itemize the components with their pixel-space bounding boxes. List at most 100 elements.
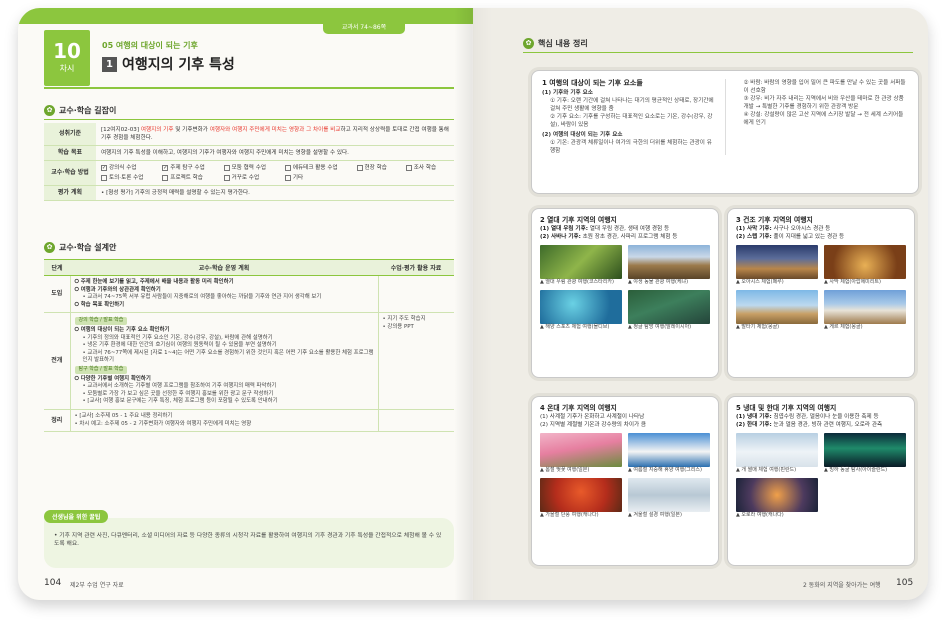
table-row-close: 정리 • [교사] 소주제 05 - 1 주요 내용 정리하기 • 차시 예고:… bbox=[44, 409, 454, 433]
summary-col-right: ② 바람: 바람의 영향을 입어 밀어 큰 파도를 만날 수 있는 곳을 서퍼들… bbox=[724, 79, 909, 155]
photo-caption: ▲ 게르 체험(몽골) bbox=[824, 324, 863, 330]
checkbox-empty-icon bbox=[356, 165, 363, 171]
photo-caption: ▲ 겨울철 설경 여행(일본) bbox=[628, 512, 682, 518]
photo-caption: ▲ 말타기 체험(몽골) bbox=[736, 324, 780, 330]
guide-table: 성취기준 [12여지02-03] 여행지의 기후 및 기후변화가 여행자와 여행… bbox=[44, 123, 454, 201]
checkbox-checked-icon: ✓ bbox=[162, 165, 169, 171]
zone-line: (2) 한대 기후: 눈과 얼음 경관, 빙하 관련 여행지, 오로라 관측 bbox=[736, 421, 906, 429]
checkbox-empty-icon bbox=[101, 175, 107, 181]
leaf-icon: ✿ bbox=[44, 105, 55, 116]
page-range-tab: 교과서 74~86쪽 bbox=[323, 22, 405, 34]
table-row-dev: 전개 강의 학습 / 발표 학습 ⭘ 여행의 대상이 되는 기후 요소 확인하기… bbox=[44, 312, 454, 410]
leaf-icon: ✿ bbox=[523, 38, 534, 49]
teacher-tip-text: • 기후 지역 관련 사진, 다큐멘터리, 소셜 미디어의 자료 등 다양한 종… bbox=[54, 533, 442, 547]
goal-text: 여행지의 기후 특성을 이해하고, 여행지의 기후가 여행자와 여행지 주민에게… bbox=[96, 145, 454, 161]
zone-line-text: (2) 지역별 계절별 기온과 강수량의 차이가 큼 bbox=[540, 422, 647, 428]
zone-line-text: 초원 장초 경관, 사파리 프로그램 체험 등 bbox=[580, 234, 678, 240]
section-guide-label: 교수·학습 길잡이 bbox=[59, 106, 117, 115]
intro-q1: 주제 한눈에 보기를 읽고, 주제에서 배울 내용과 활동 미리 확인하기 bbox=[80, 279, 234, 285]
leaf-icon: ✿ bbox=[44, 242, 55, 253]
method-option-label: 조사 학습 bbox=[413, 165, 437, 171]
col-stage: 단계 bbox=[44, 259, 70, 276]
standard-text: [12여지02-03] 여행지의 기후 및 기후변화가 여행자와 여행지 주민에… bbox=[96, 123, 454, 146]
dev-item-1: ⭘ 여행의 대상이 되는 기후 요소 확인하기 bbox=[74, 326, 170, 333]
dev-q1-sub: • 교과서 76~77쪽에 제시된 [자료 1~4]는 어떤 기후 요소를 경험… bbox=[82, 349, 374, 364]
table-row: 성취기준 [12여지02-03] 여행지의 기후 및 기후변화가 여행자와 여행… bbox=[44, 123, 454, 146]
desert-tent-photo bbox=[824, 245, 906, 279]
maple-photo bbox=[540, 478, 622, 512]
photo-card: ▲ 빙하 동굴 탐사(아이슬란드) bbox=[824, 433, 906, 474]
dev-q2-sub: • [교사] 여행 홍보 문구에는 기후 특징, 체험 프로그램 등이 포함될 … bbox=[82, 398, 278, 405]
goal-label: 학습 목표 bbox=[44, 145, 96, 161]
section-guide-heading: ✿ 교수·학습 길잡이 bbox=[44, 105, 116, 116]
zone-line-term: (2) 한대 기후: bbox=[736, 422, 772, 428]
table-row: 학습 목표 여행지의 기후 특성을 이해하고, 여행지의 기후가 여행자와 여행… bbox=[44, 145, 454, 161]
zone-line-text: 눈과 얼음 경관, 빙하 관련 여행지, 오로라 관측 bbox=[771, 422, 883, 428]
photo-card: ▲ 여름철 지중해 휴양 여행(그리스) bbox=[628, 433, 710, 474]
eval-label: 평가 계획 bbox=[44, 185, 96, 201]
dev-q2: 다양한 기후별 여행지 확인하기 bbox=[80, 375, 151, 382]
method-option-label: 에듀테크 활용 수업 bbox=[292, 165, 338, 171]
method-option-label: 토의·토론 수업 bbox=[109, 175, 144, 181]
zone-line: (2) 지역별 계절별 기온과 강수량의 차이가 큼 bbox=[540, 421, 710, 429]
intro-q2-sub: • 교과서 74~75쪽 서부 유럽 사람들이 지중해로의 여행을 좋아하는 까… bbox=[82, 294, 322, 301]
ger-photo bbox=[824, 290, 906, 324]
photo-caption: ▲ 해양 스포츠 체험 여행(몰디브) bbox=[540, 324, 610, 330]
checkbox-empty-icon bbox=[162, 175, 169, 181]
summary-panel: 1 여행의 대상이 되는 기후 요소들 (1) 기후와 기후 요소 ① 기후: … bbox=[531, 70, 919, 194]
zone-line-term: (2) 스텝 기후: bbox=[736, 234, 772, 240]
stage-intro: 도입 bbox=[44, 275, 71, 314]
section-design-label: 교수·학습 설계안 bbox=[59, 243, 117, 252]
method-option-label: 프로젝트 학습 bbox=[170, 175, 203, 181]
dev-q1: 여행의 대상이 되는 기후 요소 확인하기 bbox=[80, 326, 170, 333]
reef-photo bbox=[540, 290, 622, 324]
zone-line-text: (1) 사계절 기후가 온화하고 사계절이 나타남 bbox=[540, 414, 645, 420]
photo-card: ▲ 해양 스포츠 체험 여행(몰디브) bbox=[540, 290, 622, 331]
zone-title: 3 건조 기후 지역의 여행지 bbox=[736, 216, 813, 224]
dev-q2-sub: • 교과서에서 소개하는 기후별 여행 프로그램을 참조하여 기후 여행지의 매… bbox=[82, 383, 277, 390]
photo-card: ▲ 오로라 여행(캐나다) bbox=[736, 478, 818, 519]
photo-grid: ▲ 오아시스 체험(페루) ▲ 사막 체험(아랍에미리트) ▲ 말타기 체험(몽골)… bbox=[736, 245, 906, 331]
intro-item-1: ⭘ 주제 한눈에 보기를 읽고, 주제에서 배울 내용과 활동 미리 확인하기 bbox=[74, 279, 234, 285]
standard-highlight-1: 여행지의 기후 bbox=[140, 127, 174, 133]
summary-item: ③ 강우: 비가 자주 내리는 지역에서 비와 우산을 테마로 한 관광 상품 … bbox=[743, 96, 904, 110]
col-resources: 수업·평가 활용 자료 bbox=[378, 259, 454, 276]
dev-q1-sub: • 냉온 기후 환경에 대한 인간의 호기심이 여행의 원동력이 될 수 있음을… bbox=[82, 342, 277, 349]
checkbox-empty-icon bbox=[223, 165, 230, 171]
summary-title: 1 여행의 대상이 되는 기후 요소들 bbox=[542, 79, 643, 87]
resource-item: • 강의용 PPT bbox=[382, 323, 414, 330]
photo-caption: ▲ 빙하 동굴 탐사(아이슬란드) bbox=[824, 467, 888, 473]
table-row-intro: 도입 ⭘ 주제 한눈에 보기를 읽고, 주제에서 배울 내용과 활동 미리 확인… bbox=[44, 275, 454, 314]
lesson-unit: 차시 bbox=[59, 64, 75, 73]
intro-q3: 학습 목표 확인하기 bbox=[80, 301, 125, 308]
title-text: 여행지의 기후 특성 bbox=[122, 57, 235, 73]
stage-close: 정리 bbox=[44, 409, 71, 433]
summary-s1: (1) 기후와 기후 요소 bbox=[542, 90, 593, 96]
photo-card: ▲ 게르 체험(몽골) bbox=[824, 290, 906, 331]
title-divider bbox=[44, 87, 454, 89]
photo-caption: ▲ 사막 체험(아랍에미리트) bbox=[824, 279, 881, 285]
photo-card: ▲ 사막 체험(아랍에미리트) bbox=[824, 245, 906, 286]
dev-tag-1: 강의 학습 / 발표 학습 bbox=[74, 317, 128, 325]
dev-resources: • 지기 주도 학습지 • 강의용 PPT bbox=[377, 312, 454, 410]
photo-grid: ▲ 열대 우림 관광 여행(코스타리카) ▲ 야생 동물 관광 여행(케냐) ▲ 해… bbox=[540, 245, 710, 331]
teacher-tip-box: • 기후 지역 관련 사진, 다큐멘터리, 소셜 미디어의 자료 등 다양한 종… bbox=[44, 518, 454, 568]
cherry-blossom-photo bbox=[540, 433, 622, 467]
book-fold-shadow bbox=[454, 8, 492, 600]
photo-card: ▲ 오아시스 체험(페루) bbox=[736, 245, 818, 286]
table-row: 평가 계획 • [형성 평가] 기후의 긍정적 매력을 설명할 수 있는지 평가… bbox=[44, 185, 454, 201]
climate-zone-panel: 4 온대 기후 지역의 여행지 (1) 사계절 기후가 온화하고 사계절이 나타남… bbox=[531, 396, 719, 566]
photo-grid: ▲ 개 썰매 체험 여행(핀란드) ▲ 빙하 동굴 탐사(아이슬란드) ▲ 오로라 … bbox=[736, 433, 906, 519]
teacher-tip-tag: 선생님을 위한 꿀팁 bbox=[44, 510, 109, 523]
photo-caption: ▲ 여름철 지중해 휴양 여행(그리스) bbox=[628, 467, 702, 473]
photo-caption: ▲ 정글 탐방 여행(말레이시아) bbox=[628, 324, 692, 330]
climate-zone-panel: 3 건조 기후 지역의 여행지 (1) 사막 기후: 사구나 오아시스 경관 등(… bbox=[727, 208, 915, 378]
page-title: 1 여행지의 기후 특성 bbox=[102, 54, 235, 74]
intro-item-3: ⭘ 학습 목표 확인하기 bbox=[74, 301, 125, 308]
folio-right-text: 2 동화의 지역을 찾아가는 여행 bbox=[803, 582, 881, 589]
zone-line: (1) 사계절 기후가 온화하고 사계절이 나타남 bbox=[540, 413, 710, 421]
summary-s2: (2) 여행의 대상이 되는 기후 요소 bbox=[542, 132, 623, 138]
method-option-label: 강의식 수업 bbox=[109, 165, 137, 171]
method-option-label: 주제 탐구 수업 bbox=[170, 165, 205, 171]
dev-content: 강의 학습 / 발표 학습 ⭘ 여행의 대상이 되는 기후 요소 확인하기 • … bbox=[70, 312, 378, 410]
